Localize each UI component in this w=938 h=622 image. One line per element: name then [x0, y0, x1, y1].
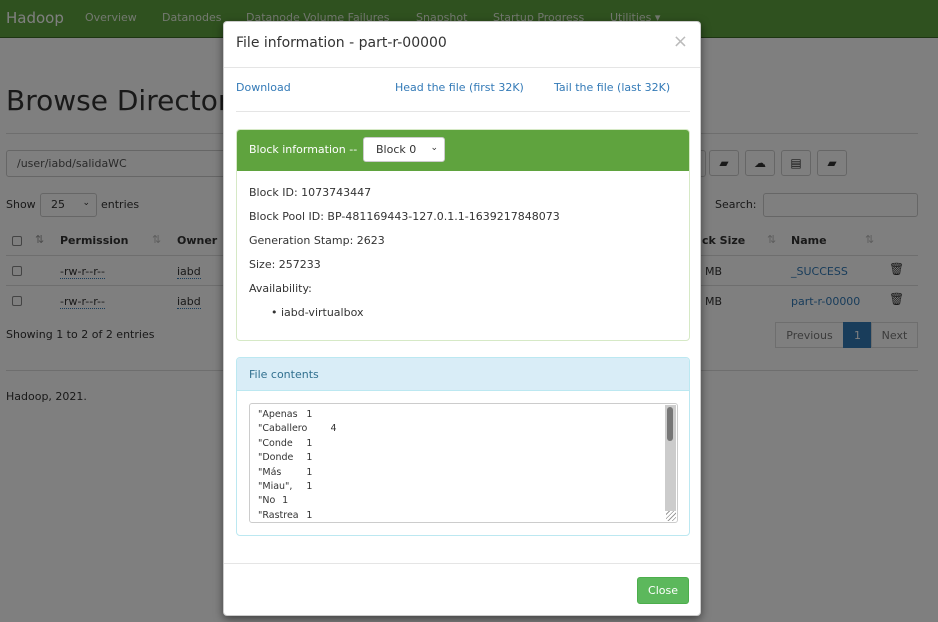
block-info-panel: Block information -- Block 0 ⌄ Block ID:…: [236, 129, 690, 341]
file-content-line: "Apenas 1: [258, 409, 313, 420]
file-content-line: "Miau", 1: [258, 481, 313, 493]
close-icon[interactable]: ×: [673, 31, 688, 52]
head-file-link[interactable]: Head the file (first 32K): [395, 81, 524, 94]
chevron-down-icon: ⌄: [430, 143, 438, 153]
block-size: Size: 257233: [249, 258, 321, 271]
block-info-header: Block information -- Block 0 ⌄: [237, 130, 689, 171]
divider: [224, 563, 700, 564]
block-pool-id: Block Pool ID: BP-481169443-127.0.1.1-16…: [249, 210, 560, 223]
divider: [224, 67, 700, 68]
generation-stamp: Generation Stamp: 2623: [249, 234, 385, 247]
scrollbar-thumb[interactable]: [667, 407, 673, 441]
block-id: Block ID: 1073743447: [249, 186, 372, 199]
file-info-modal: File information - part-r-00000 × Downlo…: [223, 21, 701, 616]
file-contents-textarea[interactable]: "Apenas 1 "Caballero 4 "Conde 1 "Donde 1 "Má…: [249, 403, 678, 523]
block-select[interactable]: Block 0 ⌄: [363, 137, 445, 162]
file-contents-label: File contents: [249, 368, 319, 381]
download-link[interactable]: Download: [236, 81, 291, 94]
availability-host: • iabd-virtualbox: [271, 306, 364, 319]
file-content-line: "No 1: [258, 495, 289, 507]
modal-title: File information - part-r-00000: [236, 35, 447, 51]
block-select-value: Block 0: [376, 143, 417, 156]
divider: [236, 111, 690, 112]
scrollbar[interactable]: [665, 405, 676, 511]
block-info-label: Block information --: [249, 143, 358, 156]
file-content-line: "Caballero 4: [258, 423, 337, 435]
close-button[interactable]: Close: [637, 577, 689, 604]
file-content-line: "Donde 1: [258, 452, 313, 464]
host-name: iabd-virtualbox: [281, 306, 364, 319]
file-content-line: "Conde 1: [258, 437, 313, 449]
tail-file-link[interactable]: Tail the file (last 32K): [554, 81, 670, 94]
resize-grip-icon[interactable]: [666, 511, 676, 521]
file-content-line: "Más 1: [258, 466, 313, 478]
availability-label: Availability:: [249, 282, 312, 295]
file-contents-text: "Apenas 1 "Caballero 4 "Conde 1 "Donde 1 "Má…: [258, 408, 337, 522]
file-contents-panel: File contents "Apenas 1 "Caballero 4 "Cond…: [236, 357, 690, 536]
file-contents-header: File contents: [237, 358, 689, 391]
file-content-line: "Rastrea 1: [258, 509, 313, 521]
